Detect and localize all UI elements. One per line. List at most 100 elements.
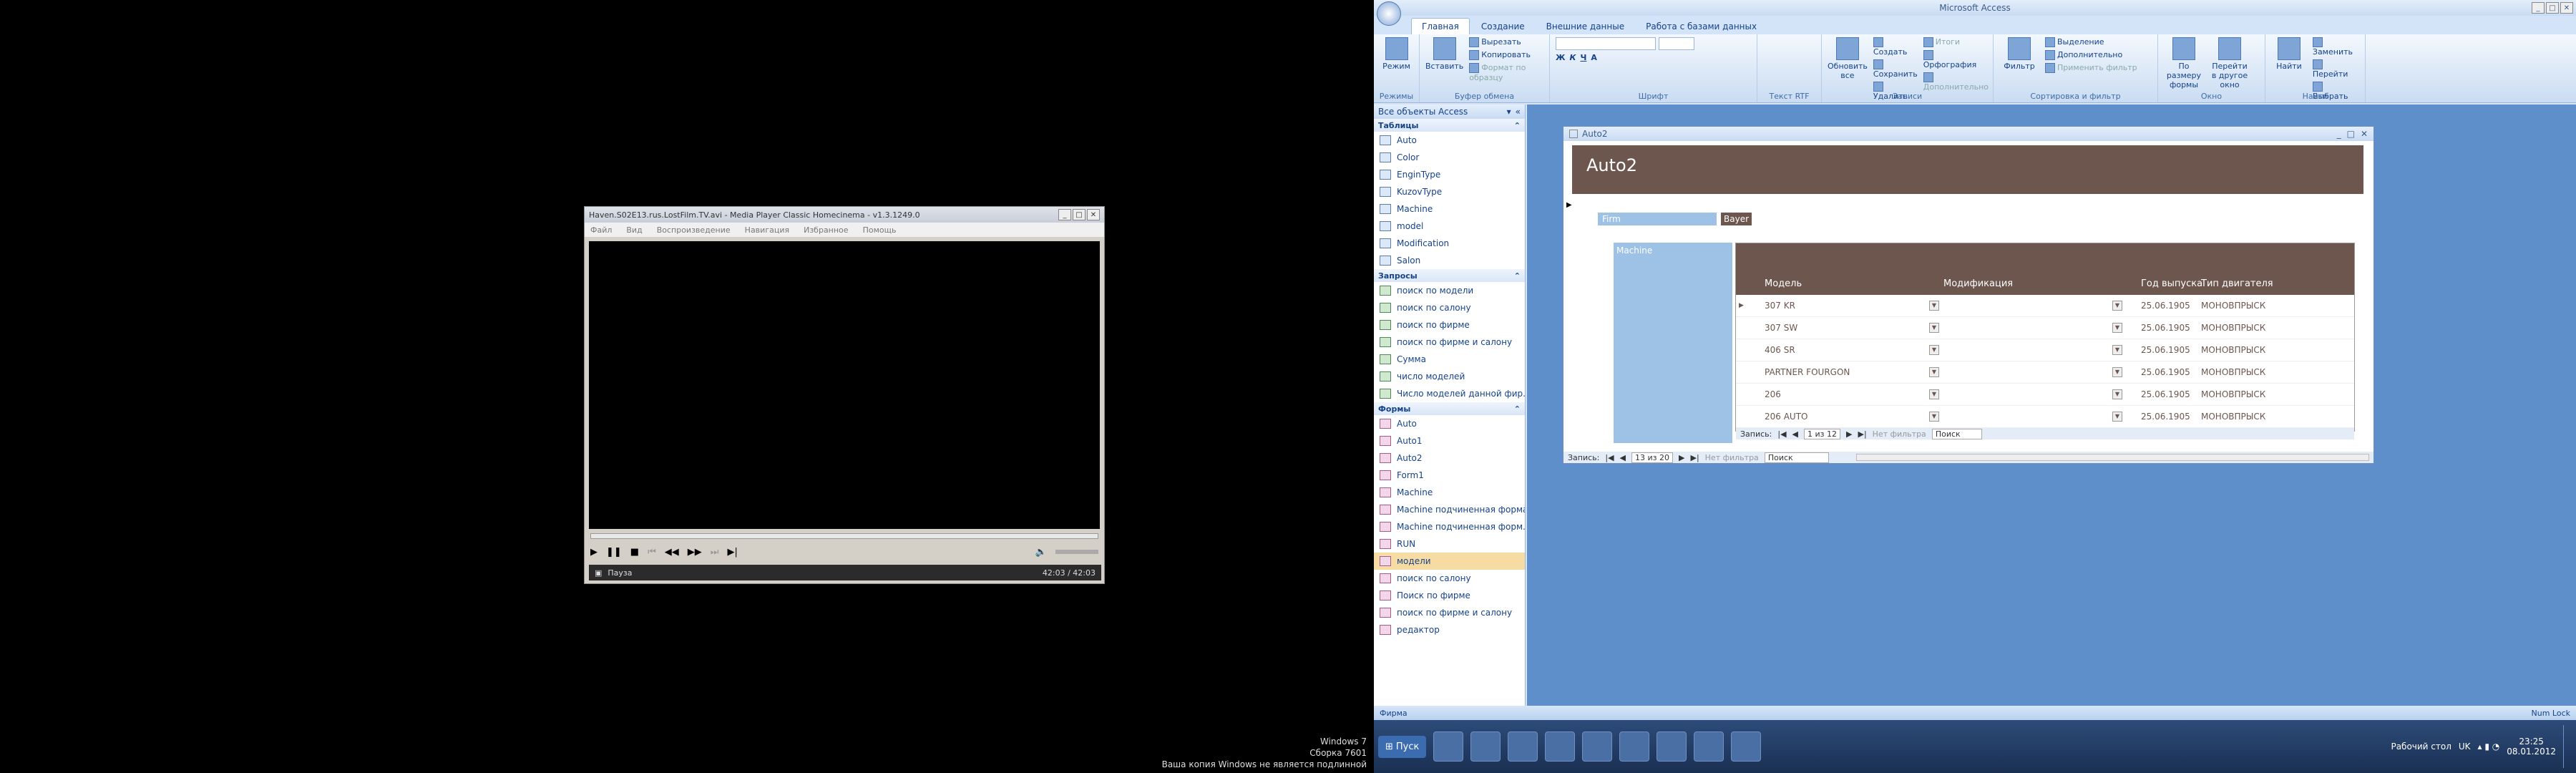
menu-favorites[interactable]: Избранное	[804, 225, 848, 235]
totals-button[interactable]: Итоги	[1923, 37, 1989, 47]
table-cell[interactable]: PARTNER FOURGON	[1765, 367, 1850, 377]
nav-item[interactable]: RUN	[1374, 535, 1525, 553]
nav-item[interactable]: Color	[1374, 149, 1525, 166]
chevron-down-icon[interactable]: ▼	[1929, 301, 1939, 311]
last-record-icon[interactable]: ▶|	[1690, 453, 1699, 462]
table-row[interactable]: 307 SW 25.06.1905 МОНОВПРЫСК ▼ ▼	[1736, 317, 2354, 339]
nav-item[interactable]: Auto	[1374, 415, 1525, 432]
close-button[interactable]: ✕	[2361, 129, 2368, 139]
tab-create[interactable]: Создание	[1471, 19, 1535, 34]
nav-item[interactable]: Machine подчиненная форм...	[1374, 518, 1525, 535]
pause-icon[interactable]: ❚❚	[606, 547, 622, 558]
nav-item[interactable]: Machine	[1374, 200, 1525, 218]
record-position[interactable]: 13 из 20	[1631, 452, 1674, 463]
prev-record-icon[interactable]: ◀	[1620, 453, 1626, 462]
chevron-down-icon[interactable]: ▼	[1929, 367, 1939, 377]
selection-button[interactable]: Выделение	[2045, 37, 2137, 47]
prev-icon[interactable]: ⏮	[648, 547, 656, 558]
filter-button[interactable]: Фильтр	[1999, 37, 2039, 99]
next-record-icon[interactable]: ▶	[1846, 429, 1852, 439]
menu-navigate[interactable]: Навигация	[745, 225, 789, 235]
table-cell[interactable]: МОНОВПРЫСК	[2201, 389, 2265, 399]
nav-header[interactable]: Все объекты Access ▾ «	[1374, 104, 1525, 119]
table-row[interactable]: 307 KR 25.06.1905 МОНОВПРЫСК ▼ ▼ ▶	[1736, 295, 2354, 317]
refresh-all-button[interactable]: Обновить все	[1828, 37, 1868, 99]
new-record-button[interactable]: Создать	[1873, 37, 1918, 57]
minimize-button[interactable]: _	[2337, 129, 2341, 139]
maximize-button[interactable]: □	[1073, 209, 1085, 220]
record-selector-icon[interactable]: ▶	[1739, 302, 1744, 309]
nav-item[interactable]: Machine	[1374, 484, 1525, 501]
chevron-down-icon[interactable]: ▼	[1929, 345, 1939, 355]
nav-item[interactable]: Modification	[1374, 235, 1525, 252]
play-icon[interactable]: ▶	[590, 547, 597, 558]
opera-icon[interactable]	[1657, 731, 1687, 762]
no-filter-button[interactable]: Нет фильтра	[1873, 429, 1926, 439]
table-row[interactable]: 206 25.06.1905 МОНОВПРЫСК ▼ ▼	[1736, 384, 2354, 406]
view-button[interactable]: Режим	[1380, 37, 1413, 99]
nav-section-forms[interactable]: Формы ⌃	[1374, 402, 1525, 415]
menu-help[interactable]: Помощь	[863, 225, 897, 235]
table-row[interactable]: PARTNER FOURGON 25.06.1905 МОНОВПРЫСК ▼ ▼	[1736, 361, 2354, 384]
close-button[interactable]: ✕	[1087, 209, 1100, 220]
mpc-taskbar-icon[interactable]	[1694, 731, 1724, 762]
chevron-down-icon[interactable]: ▼	[1929, 323, 1939, 333]
underline-button[interactable]: Ч	[1580, 53, 1586, 62]
nav-item[interactable]: Auto2	[1374, 449, 1525, 467]
chrome-icon[interactable]	[1508, 731, 1538, 762]
frame-step-icon[interactable]: ▶|	[728, 547, 738, 558]
chevron-down-icon[interactable]: ▼	[1929, 412, 1939, 422]
table-cell[interactable]: МОНОВПРЫСК	[2201, 301, 2265, 311]
access-taskbar-icon[interactable]	[1731, 731, 1762, 762]
table-cell[interactable]: 307 KR	[1765, 301, 1795, 311]
forward-icon[interactable]: ▶▶	[688, 547, 702, 558]
table-cell[interactable]: 25.06.1905	[2141, 367, 2190, 377]
firm-field[interactable]: Bayer	[1721, 213, 1752, 225]
nav-item[interactable]: редактор	[1374, 621, 1525, 638]
find-button[interactable]: Найти	[2271, 37, 2307, 99]
prev-record-icon[interactable]: ◀	[1792, 429, 1798, 439]
mpc-titlebar[interactable]: Haven.S02E13.rus.LostFilm.TV.avi - Media…	[585, 207, 1104, 223]
table-cell[interactable]: МОНОВПРЫСК	[2201, 345, 2265, 355]
chevron-down-icon[interactable]: ▼	[1929, 389, 1939, 399]
desktop-label[interactable]: Рабочий стол	[2391, 742, 2451, 752]
menu-file[interactable]: Файл	[590, 225, 612, 235]
chevron-down-icon[interactable]: ▼	[2112, 345, 2122, 355]
search-input[interactable]: Поиск	[1764, 452, 1829, 463]
rewind-icon[interactable]: ◀◀	[665, 547, 679, 558]
office-button[interactable]	[1377, 1, 1401, 26]
table-cell[interactable]: МОНОВПРЫСК	[2201, 367, 2265, 377]
table-cell[interactable]: 307 SW	[1765, 323, 1797, 333]
fit-form-button[interactable]: По размеру формы	[2164, 37, 2204, 99]
table-cell[interactable]: 206	[1765, 389, 1781, 399]
last-record-icon[interactable]: ▶|	[1858, 429, 1866, 439]
table-cell[interactable]: МОНОВПРЫСК	[2201, 323, 2265, 333]
minimize-button[interactable]: _	[2532, 2, 2545, 14]
form-titlebar[interactable]: Auto2 _ □ ✕	[1563, 127, 2373, 141]
chevron-down-icon[interactable]: ▼	[2112, 389, 2122, 399]
bold-button[interactable]: Ж	[1556, 53, 1565, 62]
replace-button[interactable]: Заменить	[2312, 37, 2359, 57]
nav-item[interactable]: поиск по салону	[1374, 570, 1525, 587]
nav-item[interactable]: KuzovType	[1374, 183, 1525, 200]
language-indicator[interactable]: UK	[2459, 742, 2471, 752]
nav-item[interactable]: Salon	[1374, 252, 1525, 269]
tab-database[interactable]: Работа с базами данных	[1636, 19, 1767, 34]
table-cell[interactable]: 25.06.1905	[2141, 323, 2190, 333]
chevron-down-icon[interactable]: ▼	[2112, 323, 2122, 333]
table-cell[interactable]: 25.06.1905	[2141, 389, 2190, 399]
table-cell[interactable]: 25.06.1905	[2141, 345, 2190, 355]
save-record-button[interactable]: Сохранить	[1873, 59, 1918, 79]
volume-slider[interactable]	[1055, 550, 1098, 554]
horizontal-scrollbar[interactable]	[1855, 454, 2369, 461]
menu-view[interactable]: Вид	[626, 225, 642, 235]
format-painter-button[interactable]: Формат по образцу	[1469, 63, 1543, 82]
first-record-icon[interactable]: |◀	[1777, 429, 1786, 439]
firefox-icon[interactable]	[1582, 731, 1613, 762]
nav-item[interactable]: Сумма	[1374, 351, 1525, 368]
media-player-icon[interactable]	[1545, 731, 1576, 762]
start-button[interactable]: ⊞ Пуск	[1378, 735, 1427, 758]
next-record-icon[interactable]: ▶	[1679, 453, 1684, 462]
advanced-filter-button[interactable]: Дополнительно	[2045, 50, 2137, 60]
chevron-down-icon[interactable]: ▼	[2112, 301, 2122, 311]
